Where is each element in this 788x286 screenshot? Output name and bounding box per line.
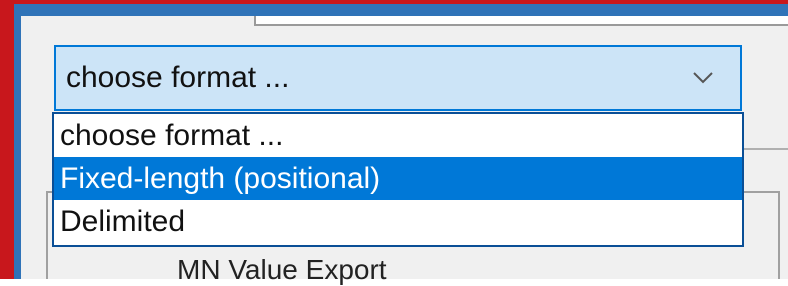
format-option-delimited[interactable]: Delimited — [54, 200, 742, 243]
dialog-window: MN Value Export choose format ... choose… — [14, 4, 788, 285]
background-divider — [744, 148, 788, 150]
format-option-choose[interactable]: choose format ... — [54, 114, 742, 157]
format-combobox-value: choose format ... — [66, 61, 290, 94]
background-panel-label: MN Value Export — [177, 254, 387, 285]
dialog-client-area: MN Value Export choose format ... choose… — [21, 16, 788, 285]
outer-frame: MN Value Export choose format ... choose… — [0, 0, 788, 285]
top-text-field[interactable] — [254, 16, 788, 26]
format-option-fixed-length[interactable]: Fixed-length (positional) — [54, 157, 742, 200]
format-dropdown-list: choose format ... Fixed-length (position… — [52, 112, 744, 247]
chevron-down-icon[interactable] — [692, 67, 714, 89]
format-combobox[interactable]: choose format ... — [54, 45, 742, 111]
